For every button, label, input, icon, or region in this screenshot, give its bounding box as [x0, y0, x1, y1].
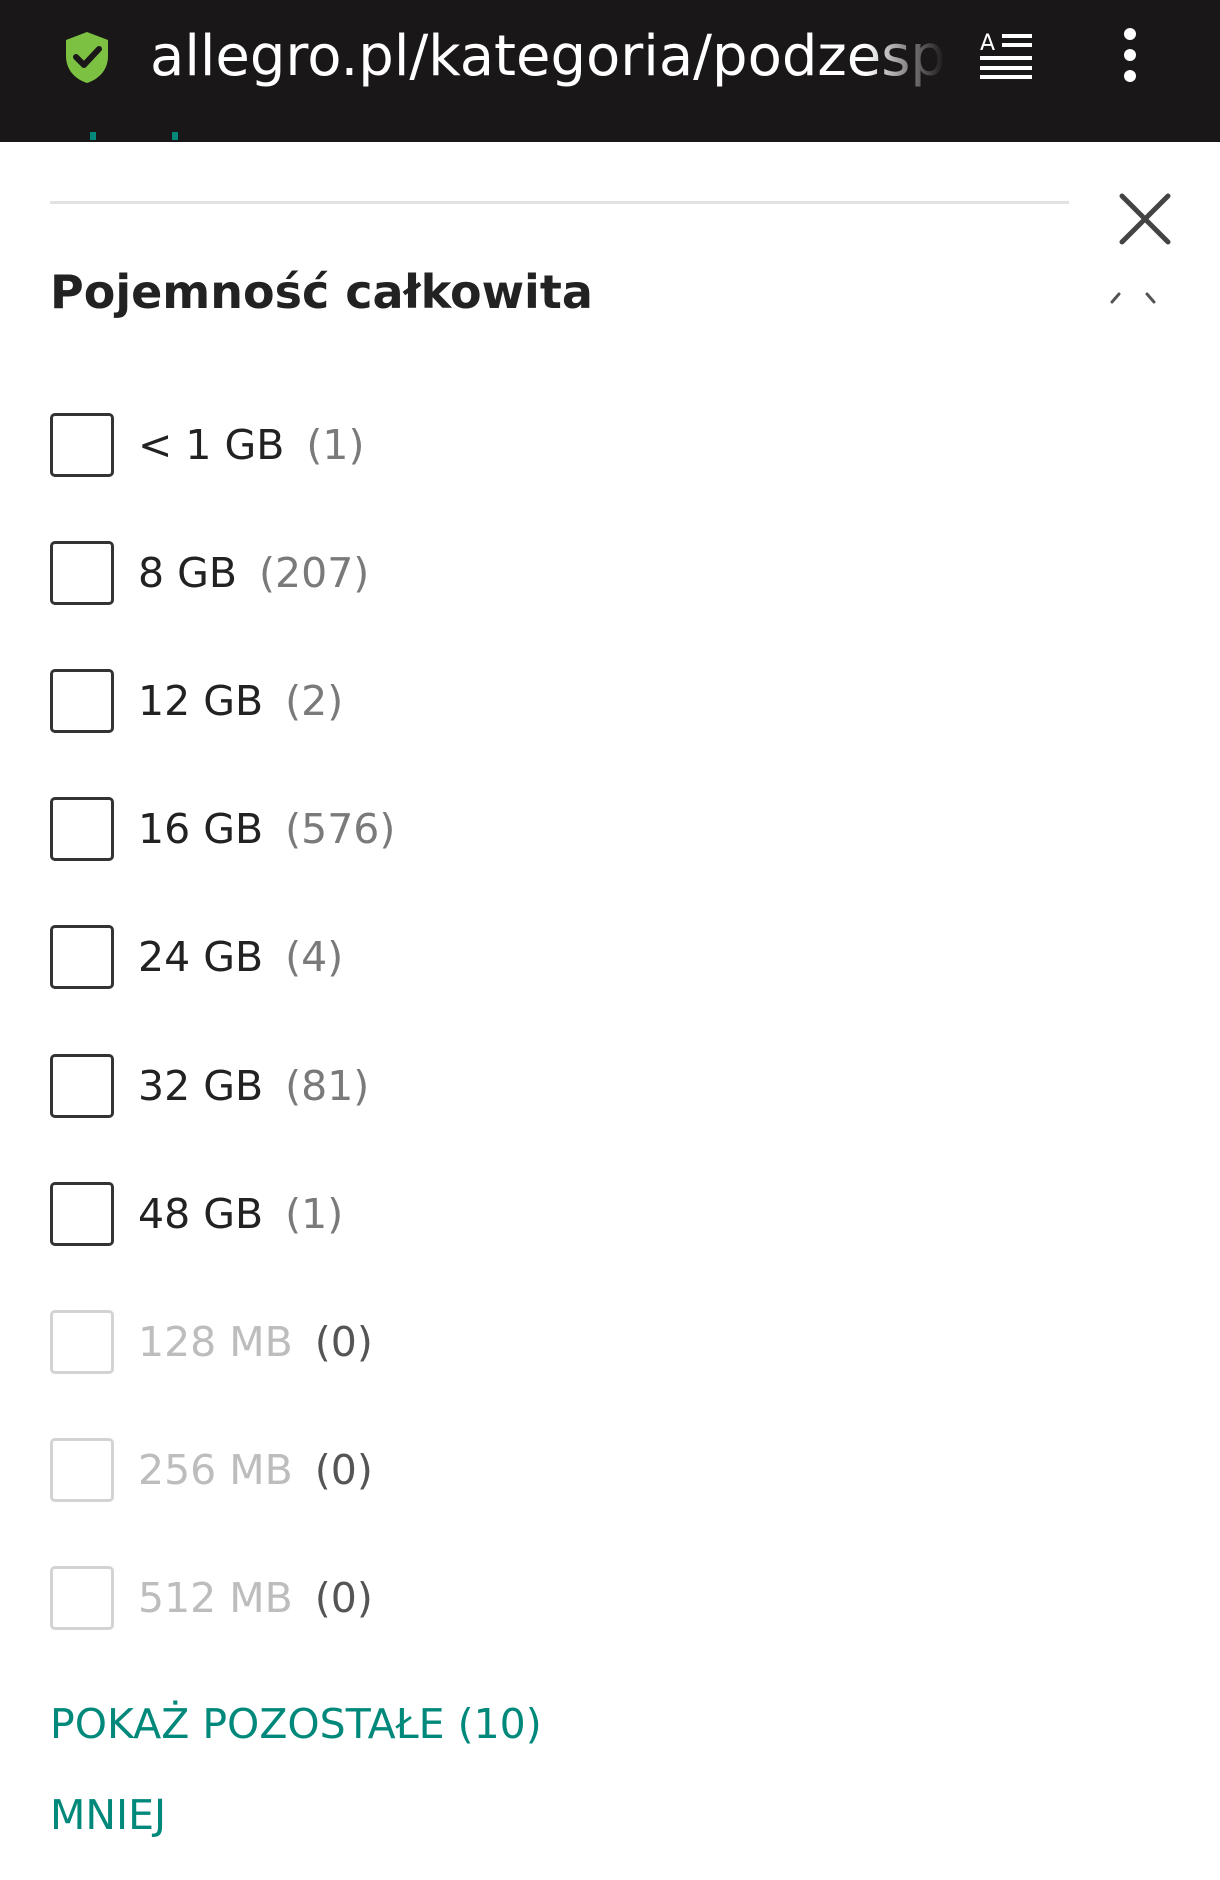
option-128mb: 128 MB (0)	[50, 1310, 750, 1374]
option-count: (0)	[314, 1318, 373, 1366]
option-count: (207)	[259, 549, 370, 597]
reader-mode-icon[interactable]: A	[978, 28, 1034, 80]
option-32gb[interactable]: 32 GB (81)	[50, 1054, 750, 1118]
previous-section-edge	[90, 132, 178, 140]
checkbox[interactable]	[50, 669, 114, 733]
svg-text:A: A	[980, 31, 995, 56]
checkbox[interactable]	[50, 797, 114, 861]
checkbox[interactable]	[50, 413, 114, 477]
option-label: 128 MB (0)	[138, 1318, 373, 1366]
option-512mb: 512 MB (0)	[50, 1566, 750, 1630]
option-label: 512 MB (0)	[138, 1574, 373, 1622]
option-label[interactable]: 24 GB (4)	[138, 925, 343, 989]
browser-toolbar: allegro.pl/kategoria/podzesp A	[0, 0, 1220, 142]
option-count: (2)	[285, 677, 344, 725]
chevron-up-icon[interactable]	[1110, 290, 1156, 304]
address-bar[interactable]: allegro.pl/kategoria/podzesp	[150, 20, 945, 94]
close-icon[interactable]	[1116, 190, 1174, 248]
checkbox-disabled	[50, 1566, 114, 1630]
option-12gb[interactable]: 12 GB (2)	[50, 669, 750, 733]
option-16gb[interactable]: 16 GB (576)	[50, 797, 750, 861]
option-label: 256 MB (0)	[138, 1446, 373, 1494]
option-count: (1)	[306, 421, 365, 469]
option-48gb[interactable]: 48 GB (1)	[50, 1182, 750, 1246]
checkbox-disabled	[50, 1310, 114, 1374]
option-label[interactable]: 16 GB (576)	[138, 797, 395, 861]
checkbox-disabled	[50, 1438, 114, 1502]
option-lt-1gb[interactable]: < 1 GB (1)	[50, 413, 750, 477]
option-count: (4)	[285, 933, 344, 981]
option-count: (0)	[314, 1574, 373, 1622]
option-256mb: 256 MB (0)	[50, 1438, 750, 1502]
filter-title: Pojemność całkowita	[50, 265, 593, 319]
option-label[interactable]: 48 GB (1)	[138, 1182, 343, 1246]
shield-check-icon[interactable]	[62, 30, 112, 84]
option-count: (576)	[285, 805, 396, 853]
show-more-link[interactable]: POKAŻ POZOSTAŁE (10)	[50, 1696, 542, 1752]
show-less-link[interactable]: MNIEJ	[50, 1787, 166, 1843]
section-divider	[50, 201, 1069, 204]
option-24gb[interactable]: 24 GB (4)	[50, 925, 750, 989]
option-label[interactable]: 32 GB (81)	[138, 1054, 369, 1118]
option-count: (1)	[285, 1190, 344, 1238]
option-8gb[interactable]: 8 GB (207)	[50, 541, 750, 605]
option-label[interactable]: 12 GB (2)	[138, 669, 343, 733]
option-count: (81)	[285, 1062, 370, 1110]
option-label[interactable]: < 1 GB (1)	[138, 413, 364, 477]
checkbox[interactable]	[50, 1054, 114, 1118]
checkbox[interactable]	[50, 1182, 114, 1246]
option-count: (0)	[314, 1446, 373, 1494]
more-vert-icon[interactable]	[1110, 26, 1150, 84]
checkbox[interactable]	[50, 541, 114, 605]
checkbox[interactable]	[50, 925, 114, 989]
option-label[interactable]: 8 GB (207)	[138, 541, 369, 605]
